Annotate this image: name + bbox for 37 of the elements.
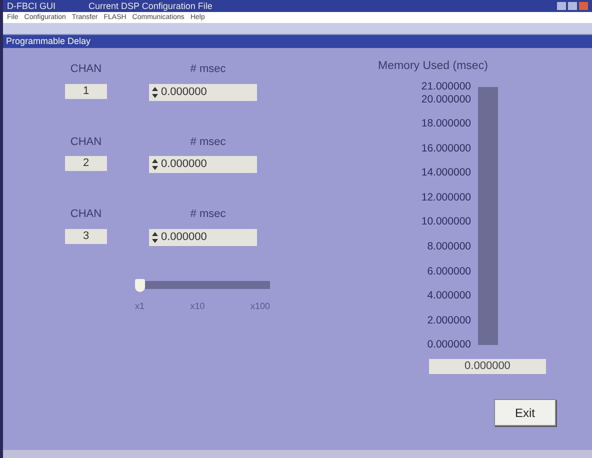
file-title: Current DSP Configuration File xyxy=(88,0,214,12)
channel-number-field[interactable]: 3 xyxy=(65,228,107,244)
minimize-button[interactable] xyxy=(557,2,566,10)
slider-label: x10 xyxy=(190,300,205,312)
meter-readout: 0.000000 xyxy=(429,359,546,374)
meter-title: Memory Used (msec) xyxy=(378,59,489,74)
maximize-button[interactable] xyxy=(568,2,577,10)
tick-label: 14.000000 xyxy=(421,168,471,179)
exit-button[interactable]: Exit xyxy=(494,399,556,426)
tick-label: 0.000000 xyxy=(427,340,471,351)
msec-spinner[interactable]: 0.000000 xyxy=(149,156,257,173)
channel-number-field[interactable]: 1 xyxy=(65,84,107,98)
msec-label: # msec xyxy=(190,207,226,222)
tick-label: 21.000000 xyxy=(421,82,471,93)
tick-label: 16.000000 xyxy=(421,143,471,154)
tick-label: 20.000000 xyxy=(421,94,471,106)
tick-label: 2.000000 xyxy=(427,315,471,326)
panel-title: Programmable Delay xyxy=(3,35,592,48)
tick-label: 10.000000 xyxy=(421,216,471,228)
tick-label: 4.000000 xyxy=(427,290,471,302)
tick-label: 8.000000 xyxy=(427,241,471,252)
channel-number-field[interactable]: 2 xyxy=(65,156,107,171)
msec-label: # msec xyxy=(190,134,226,150)
close-button[interactable] xyxy=(579,2,588,10)
slider-label: x100 xyxy=(250,300,270,312)
msec-spinner[interactable]: 0.000000 xyxy=(149,84,257,100)
tick-label: 6.000000 xyxy=(427,266,471,278)
tick-label: 18.000000 xyxy=(421,118,471,130)
channel-label: CHAN xyxy=(70,134,102,150)
slider-label: x1 xyxy=(135,300,145,312)
msec-label: # msec xyxy=(190,62,226,77)
msec-spinner[interactable]: 0.000000 xyxy=(149,228,257,246)
channel-label: CHAN xyxy=(70,62,102,77)
channel-label: CHAN xyxy=(70,207,102,222)
tick-label: 12.000000 xyxy=(421,192,471,204)
window-title: D-FBCI GUI xyxy=(7,0,56,12)
slider-thumb[interactable] xyxy=(135,278,145,292)
